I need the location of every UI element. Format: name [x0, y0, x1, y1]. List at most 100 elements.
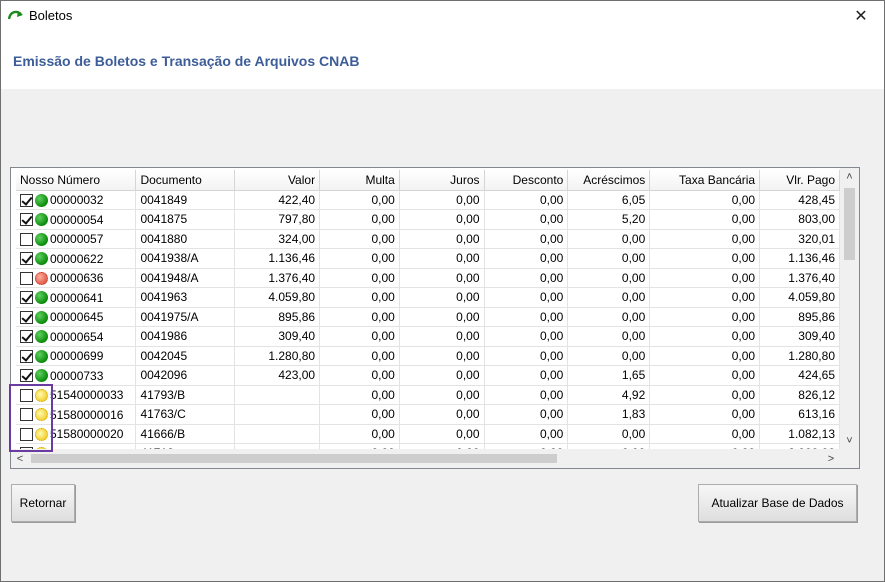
table-row[interactable]: 00000636 0041948/A 1.376,40 0,00 0,00 0,00 0,0…: [16, 268, 840, 288]
table-row[interactable]: 00000641 0041963 4.059,80 0,00 0,00 0,00 0,00 0…: [16, 287, 840, 308]
cell-acrescimos: 0,00: [567, 287, 651, 308]
status-red-icon: [35, 271, 48, 285]
update-database-button[interactable]: Atualizar Base de Dados: [698, 484, 857, 522]
cell-multa: 0,00: [319, 229, 400, 249]
cell-valor: [234, 404, 321, 425]
cell-nosso-numero[interactable]: 51580000020: [16, 424, 137, 444]
col-header-multa[interactable]: Multa: [319, 170, 400, 191]
row-checkbox[interactable]: [20, 408, 33, 422]
cell-taxa-bancaria: 0,00: [649, 404, 761, 425]
cell-nosso-numero[interactable]: 00000054: [16, 209, 137, 230]
cell-juros: 0,00: [399, 346, 485, 366]
cell-nosso-numero[interactable]: 00000032: [16, 190, 137, 210]
row-checkbox[interactable]: [20, 213, 33, 227]
cell-valor: 309,40: [234, 326, 321, 347]
cell-juros: 0,00: [399, 424, 485, 444]
cell-vlr-pago: 4.059,80: [759, 287, 840, 308]
table-row[interactable]: 00000032 0041849 422,40 0,00 0,00 0,00 6,05 0,0…: [16, 190, 840, 210]
col-header-desconto[interactable]: Desconto: [484, 170, 569, 191]
row-checkbox[interactable]: [20, 193, 33, 207]
nosso-numero-value: 51580000016: [50, 407, 124, 422]
table-row[interactable]: 00000622 0041938/A 1.136,46 0,00 0,00 0,00 0,0…: [16, 248, 840, 269]
cell-valor: 1.280,80: [234, 346, 321, 366]
row-checkbox[interactable]: [20, 271, 33, 285]
vertical-scrollbar[interactable]: ˄ ˅: [840, 168, 859, 450]
cell-desconto: 0,00: [484, 385, 569, 405]
cell-multa: 0,00: [319, 248, 400, 269]
table-row[interactable]: 51540000033 41793/B 0,00 0,00 0,00 4,92 0,00 82…: [16, 385, 840, 405]
cell-valor: 4.059,80: [234, 287, 321, 308]
cell-documento: 0042045: [135, 346, 236, 366]
cell-taxa-bancaria: 0,00: [649, 209, 761, 230]
row-checkbox[interactable]: [20, 369, 33, 383]
status-green-icon: [35, 330, 48, 344]
col-header-vlr-pago[interactable]: Vlr. Pago: [759, 170, 840, 191]
cell-multa: 0,00: [319, 287, 400, 308]
cell-nosso-numero[interactable]: 00000641: [16, 287, 137, 308]
title-bar: Boletos ✕: [1, 1, 884, 31]
horizontal-scroll-thumb[interactable]: [31, 454, 557, 463]
scroll-right-icon[interactable]: >: [822, 449, 840, 468]
col-header-taxa-bancaria[interactable]: Taxa Bancária: [649, 170, 761, 191]
cell-nosso-numero[interactable]: 00000636: [16, 268, 137, 288]
boletos-grid[interactable]: Nosso Número Documento Valor Multa Juros…: [10, 167, 860, 469]
cell-vlr-pago: 428,45: [759, 190, 840, 210]
cell-nosso-numero[interactable]: 00000733: [16, 365, 137, 386]
row-checkbox[interactable]: [20, 349, 33, 363]
cell-juros: 0,00: [399, 365, 485, 386]
cell-multa: 0,00: [319, 268, 400, 288]
cell-nosso-numero[interactable]: 51540000033: [16, 385, 137, 405]
col-header-valor[interactable]: Valor: [234, 170, 321, 191]
table-row[interactable]: 51580000016 41763/C 0,00 0,00 0,00 1,83 0,00 61…: [16, 404, 840, 425]
cell-acrescimos: 4,92: [567, 385, 651, 405]
return-button[interactable]: Retornar: [11, 484, 75, 522]
row-checkbox[interactable]: [20, 291, 33, 305]
col-header-acrescimos[interactable]: Acréscimos: [567, 170, 651, 191]
row-checkbox[interactable]: [20, 330, 33, 344]
cell-multa: 0,00: [319, 209, 400, 230]
table-row[interactable]: 00000733 0042096 423,00 0,00 0,00 0,00 1,65 0,0…: [16, 365, 840, 386]
status-green-icon: [35, 213, 48, 227]
cell-vlr-pago: 826,12: [759, 385, 840, 405]
cell-acrescimos: 1,83: [567, 404, 651, 425]
cell-nosso-numero[interactable]: 00000699: [16, 346, 137, 366]
table-row[interactable]: 00000645 0041975/A 895,86 0,00 0,00 0,00 0,00 0…: [16, 307, 840, 327]
table-row[interactable]: 00000699 0042045 1.280,80 0,00 0,00 0,00 0,00 0…: [16, 346, 840, 366]
table-row[interactable]: 00000654 0041986 309,40 0,00 0,00 0,00 0,00 0,0…: [16, 326, 840, 347]
row-checkbox[interactable]: [20, 252, 33, 266]
row-checkbox[interactable]: [20, 427, 33, 441]
col-header-documento[interactable]: Documento: [135, 170, 236, 191]
cell-taxa-bancaria: 0,00: [649, 268, 761, 288]
cell-nosso-numero[interactable]: 51580000016: [16, 404, 137, 425]
nosso-numero-value: 00000641: [50, 290, 104, 305]
vertical-scroll-thumb[interactable]: [844, 188, 855, 260]
scroll-left-icon[interactable]: <: [11, 449, 29, 468]
cell-nosso-numero[interactable]: 00000645: [16, 307, 137, 327]
nosso-numero-value: 00000645: [50, 310, 104, 325]
cell-desconto: 0,00: [484, 248, 569, 269]
cell-desconto: 0,00: [484, 404, 569, 425]
close-button[interactable]: ✕: [838, 1, 884, 31]
row-checkbox[interactable]: [20, 388, 33, 402]
col-header-nosso-numero[interactable]: Nosso Número: [16, 170, 137, 191]
cell-valor: 1.376,40: [234, 268, 321, 288]
scroll-down-icon[interactable]: ˅: [840, 432, 859, 450]
cell-vlr-pago: 895,86: [759, 307, 840, 327]
row-checkbox[interactable]: [20, 232, 33, 246]
table-row[interactable]: 51580000020 41666/B 0,00 0,00 0,00 0,00 0,00 1.…: [16, 424, 840, 444]
cell-valor: [234, 385, 321, 405]
table-row[interactable]: 00000054 0041875 797,80 0,00 0,00 0,00 5,20 0,0…: [16, 209, 840, 230]
cell-taxa-bancaria: 0,00: [649, 424, 761, 444]
scroll-up-icon[interactable]: ˄: [840, 168, 859, 186]
cell-nosso-numero[interactable]: 00000622: [16, 248, 137, 269]
cell-taxa-bancaria: 0,00: [649, 307, 761, 327]
col-header-juros[interactable]: Juros: [399, 170, 485, 191]
cell-vlr-pago: 803,00: [759, 209, 840, 230]
cell-nosso-numero[interactable]: 00000057: [16, 229, 137, 249]
cell-juros: 0,00: [399, 326, 485, 347]
row-checkbox[interactable]: [20, 310, 33, 324]
table-row[interactable]: 00000057 0041880 324,00 0,00 0,00 0,00 0,00 0,0…: [16, 229, 840, 249]
horizontal-scrollbar[interactable]: < >: [11, 449, 840, 468]
cell-valor: 797,80: [234, 209, 321, 230]
cell-nosso-numero[interactable]: 00000654: [16, 326, 137, 347]
